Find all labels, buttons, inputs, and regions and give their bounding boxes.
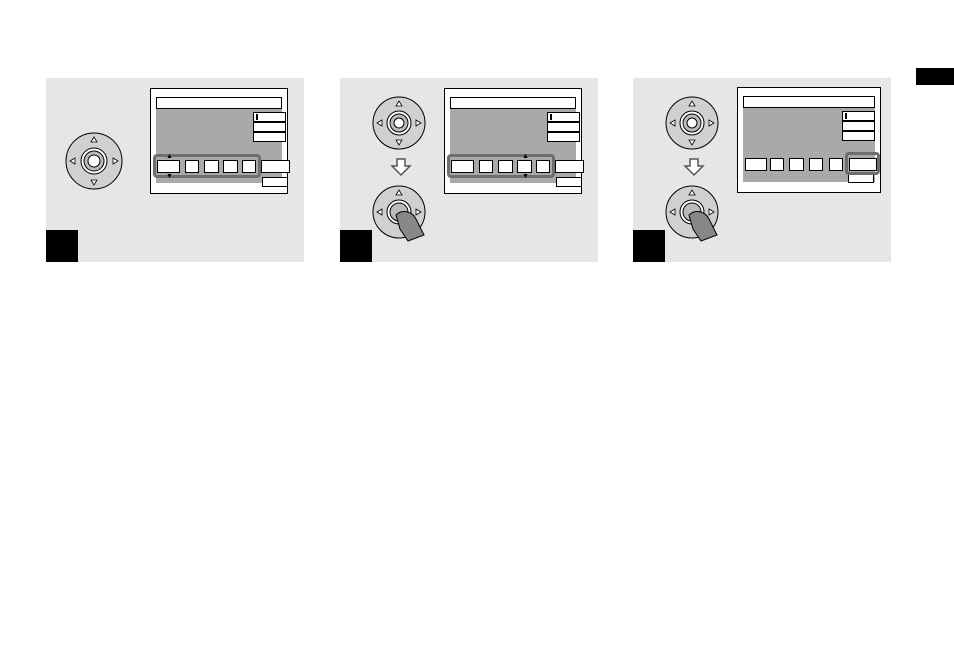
- camera-lcd-screen: [737, 87, 881, 193]
- step-number-box: [633, 230, 665, 262]
- format-option-selected: [547, 112, 580, 122]
- step-number-box: [340, 230, 372, 262]
- format-option-selected: [842, 111, 875, 121]
- control-button-icon: [65, 132, 123, 190]
- lcd-menu-area: ▲ ▼: [447, 97, 584, 187]
- press-center-icon: [372, 185, 426, 242]
- format-option: [842, 121, 875, 131]
- date-field-month: [770, 158, 784, 171]
- control-button-icon: [665, 96, 719, 150]
- format-option: [842, 131, 875, 141]
- camera-lcd-screen: ▲ ▼: [150, 88, 290, 194]
- section-tab-marker: [916, 68, 954, 85]
- step-panel-3: [633, 78, 891, 262]
- menu-title-bar: [743, 96, 875, 108]
- format-option: [547, 132, 580, 142]
- control-button-icon: [372, 96, 426, 150]
- up-caret-icon: ▲: [522, 153, 529, 160]
- press-center-icon: [665, 185, 719, 242]
- down-caret-icon: ▼: [166, 173, 173, 180]
- cancel-field: [262, 177, 288, 187]
- selection-highlight: [845, 152, 880, 175]
- selection-highlight: [447, 154, 555, 178]
- step-number-box: [46, 230, 78, 262]
- up-caret-icon: ▲: [166, 153, 173, 160]
- format-option: [547, 122, 580, 132]
- date-field-day: [789, 158, 804, 171]
- format-option: [253, 132, 286, 142]
- date-field-minute: [829, 158, 843, 171]
- menu-title-bar: [156, 97, 282, 109]
- cancel-field: [556, 177, 582, 187]
- step-panel-2: ▲ ▼: [340, 78, 598, 262]
- step-panel-1: ▲ ▼: [46, 78, 304, 262]
- lcd-menu-area: ▲ ▼: [153, 97, 290, 187]
- date-field-year: [745, 158, 767, 171]
- ok-field: [261, 160, 290, 173]
- format-option: [253, 122, 286, 132]
- date-field-hour: [809, 158, 823, 171]
- arrow-down-icon: [390, 158, 412, 177]
- format-option-selected: [253, 112, 286, 122]
- menu-title-bar: [450, 97, 576, 109]
- down-caret-icon: ▼: [522, 173, 529, 180]
- lcd-menu-area: [743, 96, 880, 183]
- camera-lcd-screen: ▲ ▼: [444, 88, 584, 194]
- arrow-down-icon: [683, 158, 705, 177]
- ok-field: [555, 160, 584, 173]
